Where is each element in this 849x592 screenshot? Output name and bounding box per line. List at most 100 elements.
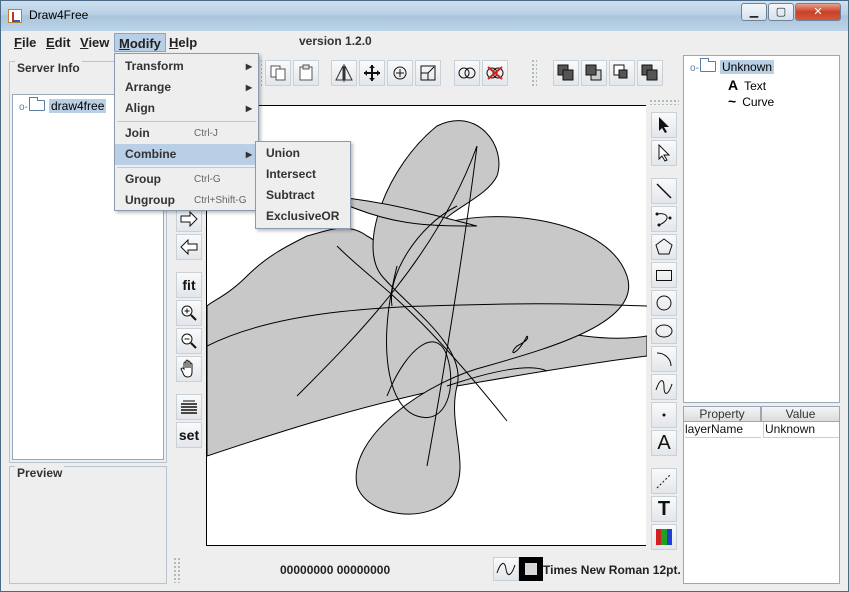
property-value-cell[interactable]: Unknown [763, 422, 839, 438]
menu-view-label: iew [88, 35, 110, 50]
toolbar-grip[interactable] [531, 59, 537, 87]
menu-separator [117, 121, 256, 122]
break-apart-button[interactable] [482, 60, 508, 86]
close-button[interactable]: ✕ [795, 3, 841, 21]
pan-button[interactable] [176, 356, 202, 382]
layer-item-curve[interactable]: ~ Curve [728, 93, 774, 109]
font-tool-label: T [657, 497, 671, 520]
arc-tool[interactable] [651, 346, 677, 372]
layer-item-text[interactable]: A Text [728, 77, 766, 93]
layer-root[interactable]: o- Unknown [690, 58, 775, 74]
curve-tool[interactable] [651, 374, 677, 400]
dot-icon [662, 413, 666, 417]
font-tool[interactable]: T [651, 496, 677, 522]
polygon-tool[interactable] [651, 234, 677, 260]
zoom-in-button[interactable] [176, 300, 202, 326]
move-button[interactable] [359, 60, 385, 86]
shortcut-label: Ctrl-G [194, 174, 221, 185]
statusbar-grip[interactable] [173, 557, 181, 583]
text-tool[interactable]: A [651, 430, 677, 456]
combine-icon [458, 67, 476, 79]
zoom-out-icon [181, 333, 197, 349]
property-name-cell[interactable]: layerName [685, 422, 761, 438]
value-column-header[interactable]: Value [761, 406, 840, 422]
select-tool[interactable] [651, 112, 677, 138]
menu-item-label: Combine [125, 147, 177, 161]
menu-item-ungroup[interactable]: Ungroup Ctrl+Shift-G [115, 190, 258, 211]
layer-item-label: Text [744, 79, 767, 93]
circle-tool[interactable] [651, 290, 677, 316]
bring-forward-button[interactable] [581, 60, 607, 86]
menu-edit[interactable]: Edit [42, 33, 75, 52]
paste-button[interactable] [293, 60, 319, 86]
stroke-style-button[interactable] [493, 557, 519, 581]
combine-button[interactable] [454, 60, 480, 86]
color-palette-icon [656, 529, 672, 545]
menu-item-transform[interactable]: Transform ▶ [115, 56, 258, 77]
bezier-icon [655, 212, 672, 227]
tree-handle-icon[interactable]: o- [690, 63, 700, 74]
rotate-button[interactable] [387, 60, 413, 86]
send-backward-button[interactable] [609, 60, 635, 86]
tree-item-draw4free[interactable]: o-draw4free [19, 97, 107, 113]
layer-item-label: Curve [742, 95, 775, 109]
flip-button[interactable] [331, 60, 357, 86]
copy-button[interactable] [265, 60, 291, 86]
fill-color-button[interactable] [519, 557, 543, 581]
toolbar-grip[interactable] [649, 99, 679, 105]
layer-root-label: Unknown [720, 60, 775, 74]
submenu-item-union[interactable]: Union [256, 143, 350, 164]
text-tool-label: A [657, 431, 671, 454]
minimize-button[interactable]: ▁ [741, 3, 767, 21]
menu-item-label: Join [125, 126, 150, 140]
menu-edit-mnemonic: E [46, 35, 55, 50]
app-logo-icon [8, 9, 22, 23]
menu-file-label: ile [21, 35, 37, 50]
property-column-header[interactable]: Property [683, 406, 761, 422]
maximize-button[interactable]: ▢ [768, 3, 794, 21]
dashed-line-tool[interactable] [651, 468, 677, 494]
send-to-back-button[interactable] [637, 60, 663, 86]
menu-separator [117, 167, 256, 168]
back-button[interactable] [176, 234, 202, 260]
menu-file[interactable]: File [10, 33, 40, 52]
submenu-item-exclusiveor[interactable]: ExclusiveOR [256, 206, 350, 227]
node-select-tool[interactable] [651, 140, 677, 166]
menu-item-join[interactable]: Join Ctrl-J [115, 123, 258, 144]
line-tool[interactable] [651, 178, 677, 204]
menu-view[interactable]: View [76, 33, 113, 52]
zoom-in-icon [181, 305, 197, 321]
layers-button[interactable] [176, 394, 202, 420]
scale-button[interactable] [415, 60, 441, 86]
menu-item-group[interactable]: Group Ctrl-G [115, 169, 258, 190]
send-backward-icon [613, 64, 628, 79]
break-apart-icon [486, 66, 504, 80]
menu-item-combine[interactable]: Combine ▶ [115, 144, 258, 165]
set-button[interactable]: set [176, 422, 202, 448]
text-glyph-icon: A [728, 77, 739, 93]
menu-item-label: Arrange [125, 80, 172, 94]
hand-icon [180, 359, 193, 378]
menu-item-label: Transform [125, 59, 184, 73]
ellipse-tool[interactable] [651, 318, 677, 344]
combine-submenu: Union Intersect Subtract ExclusiveOR [255, 141, 351, 229]
tree-item-label: draw4free [49, 99, 107, 113]
bezier-tool[interactable] [651, 206, 677, 232]
submenu-item-intersect[interactable]: Intersect [256, 164, 350, 185]
menu-modify[interactable]: Modify [114, 33, 166, 52]
menu-help[interactable]: Help [165, 33, 201, 52]
submenu-item-subtract[interactable]: Subtract [256, 185, 350, 206]
point-tool[interactable] [651, 402, 677, 428]
bring-to-front-button[interactable] [553, 60, 579, 86]
rectangle-icon [656, 270, 672, 281]
menu-item-align[interactable]: Align ▶ [115, 98, 258, 119]
zoom-out-button[interactable] [176, 328, 202, 354]
menu-help-mnemonic: H [169, 35, 179, 50]
tree-handle-icon[interactable]: o- [19, 102, 29, 113]
menu-item-arrange[interactable]: Arrange ▶ [115, 77, 258, 98]
rectangle-tool[interactable] [651, 262, 677, 288]
color-tool[interactable] [651, 524, 677, 550]
menu-bar: File Edit View Modify Help [1, 31, 848, 53]
fit-button[interactable]: fit [176, 272, 202, 298]
menu-item-label: Group [125, 172, 161, 186]
